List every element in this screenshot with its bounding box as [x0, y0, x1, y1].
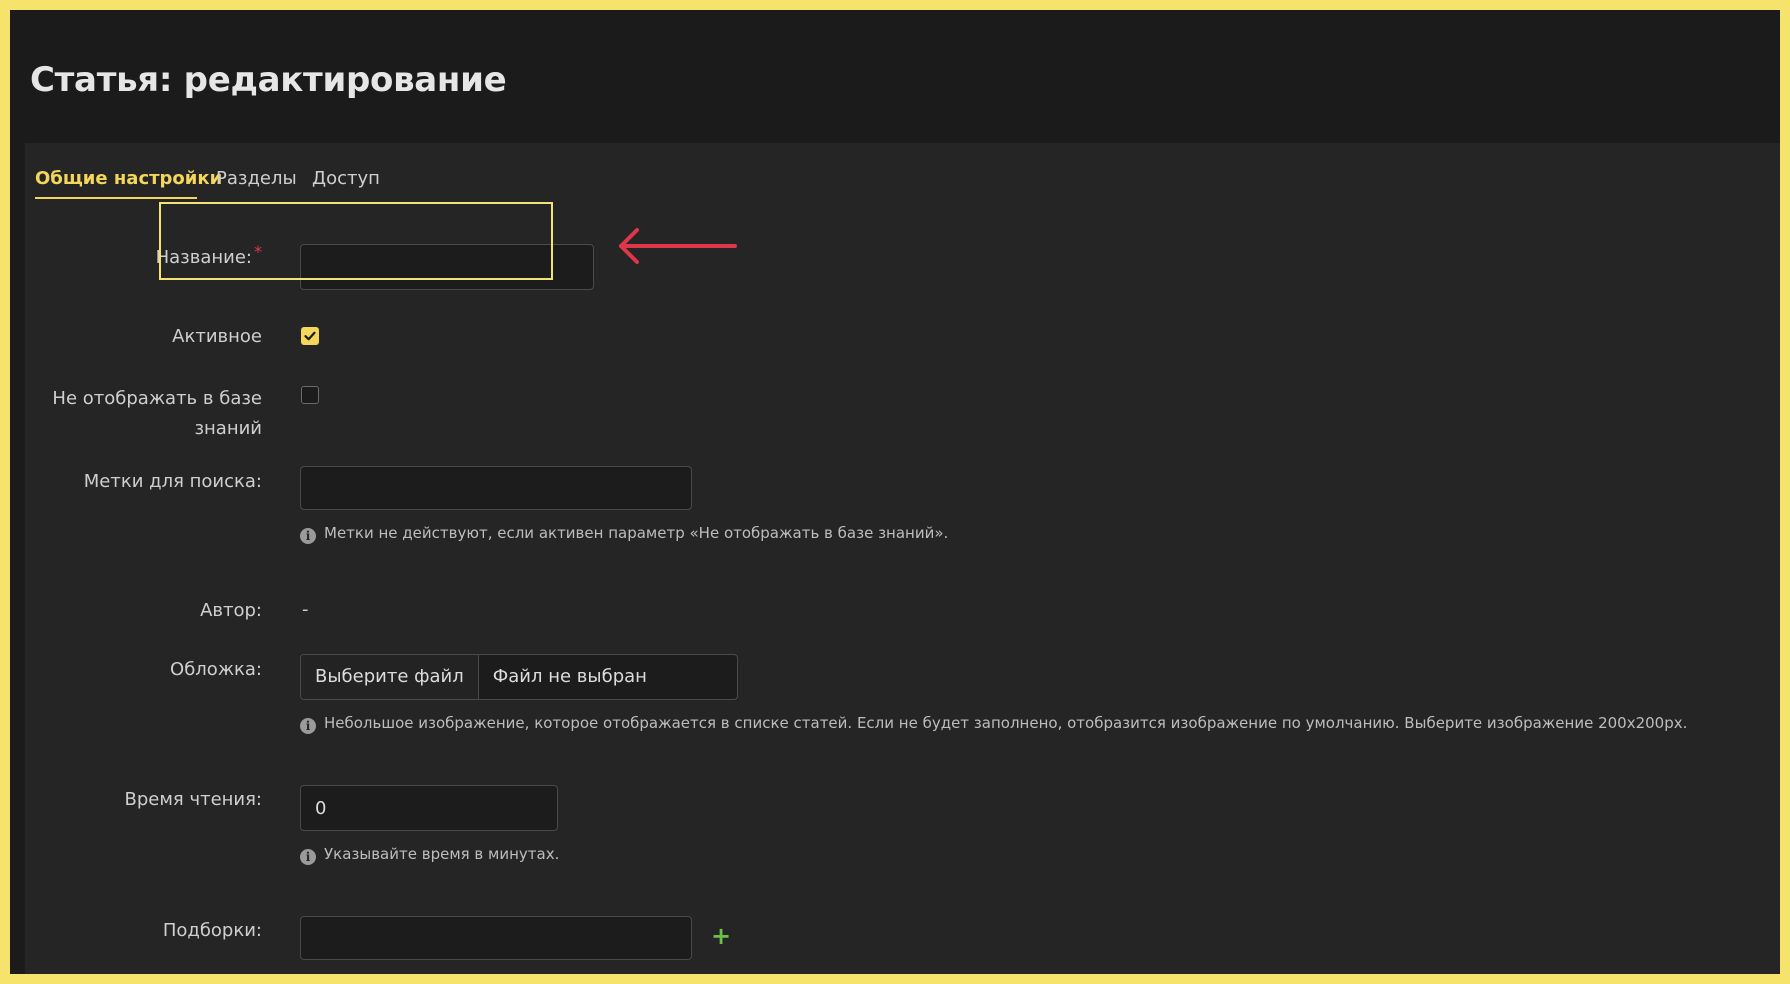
- file-status: Файл не выбран: [492, 666, 647, 687]
- hide-in-kb-label-line1: Не отображать в базе: [52, 388, 262, 409]
- hide-in-kb-checkbox[interactable]: [301, 386, 319, 404]
- arrow-left-icon: [619, 228, 737, 264]
- active-tab-indicator: [35, 197, 197, 199]
- edit-panel: Общие настройки Разделы Доступ Название:…: [25, 143, 1780, 974]
- search-tags-hint-text: Метки не действуют, если активен парамет…: [324, 524, 949, 542]
- reading-time-label: Время чтения:: [124, 789, 262, 810]
- active-checkbox[interactable]: [301, 327, 319, 345]
- check-icon: [304, 331, 316, 341]
- hide-in-kb-label: Не отображать в базе знаний: [52, 384, 262, 444]
- reading-time-hint: i Указывайте время в минутах.: [300, 844, 559, 865]
- tab-access[interactable]: Доступ: [312, 167, 380, 197]
- active-label: Активное: [172, 326, 262, 347]
- page-title: Статья: редактирование: [30, 60, 507, 100]
- annotation-highlight-box: [159, 202, 553, 280]
- cover-label: Обложка:: [170, 659, 262, 680]
- app-frame: Статья: редактирование Общие настройки Р…: [10, 10, 1780, 974]
- tab-sections[interactable]: Разделы: [216, 167, 297, 197]
- author-label: Автор:: [200, 600, 262, 621]
- search-tags-input[interactable]: [300, 466, 692, 510]
- info-icon: i: [300, 528, 316, 544]
- reading-time-input[interactable]: [300, 785, 558, 831]
- plus-icon[interactable]: +: [711, 924, 731, 948]
- search-tags-label: Метки для поиска:: [83, 471, 262, 492]
- collections-input[interactable]: [300, 916, 692, 960]
- search-tags-hint: i Метки не действуют, если активен параме…: [300, 523, 948, 544]
- info-icon: i: [300, 718, 316, 734]
- hide-in-kb-label-line2: знаний: [194, 418, 262, 439]
- author-value: -: [302, 599, 309, 620]
- collections-label: Подборки:: [162, 920, 262, 941]
- cover-file-input[interactable]: Выберите файл Файл не выбран: [300, 654, 738, 700]
- cover-hint-text: Небольшое изображение, которое отображае…: [324, 714, 1688, 732]
- tab-general-settings[interactable]: Общие настройки: [35, 167, 222, 197]
- cover-hint: i Небольшое изображение, которое отобража…: [300, 713, 1687, 734]
- reading-time-hint-text: Указывайте время в минутах.: [324, 845, 560, 863]
- choose-file-button[interactable]: Выберите файл: [301, 655, 479, 699]
- info-icon: i: [300, 849, 316, 865]
